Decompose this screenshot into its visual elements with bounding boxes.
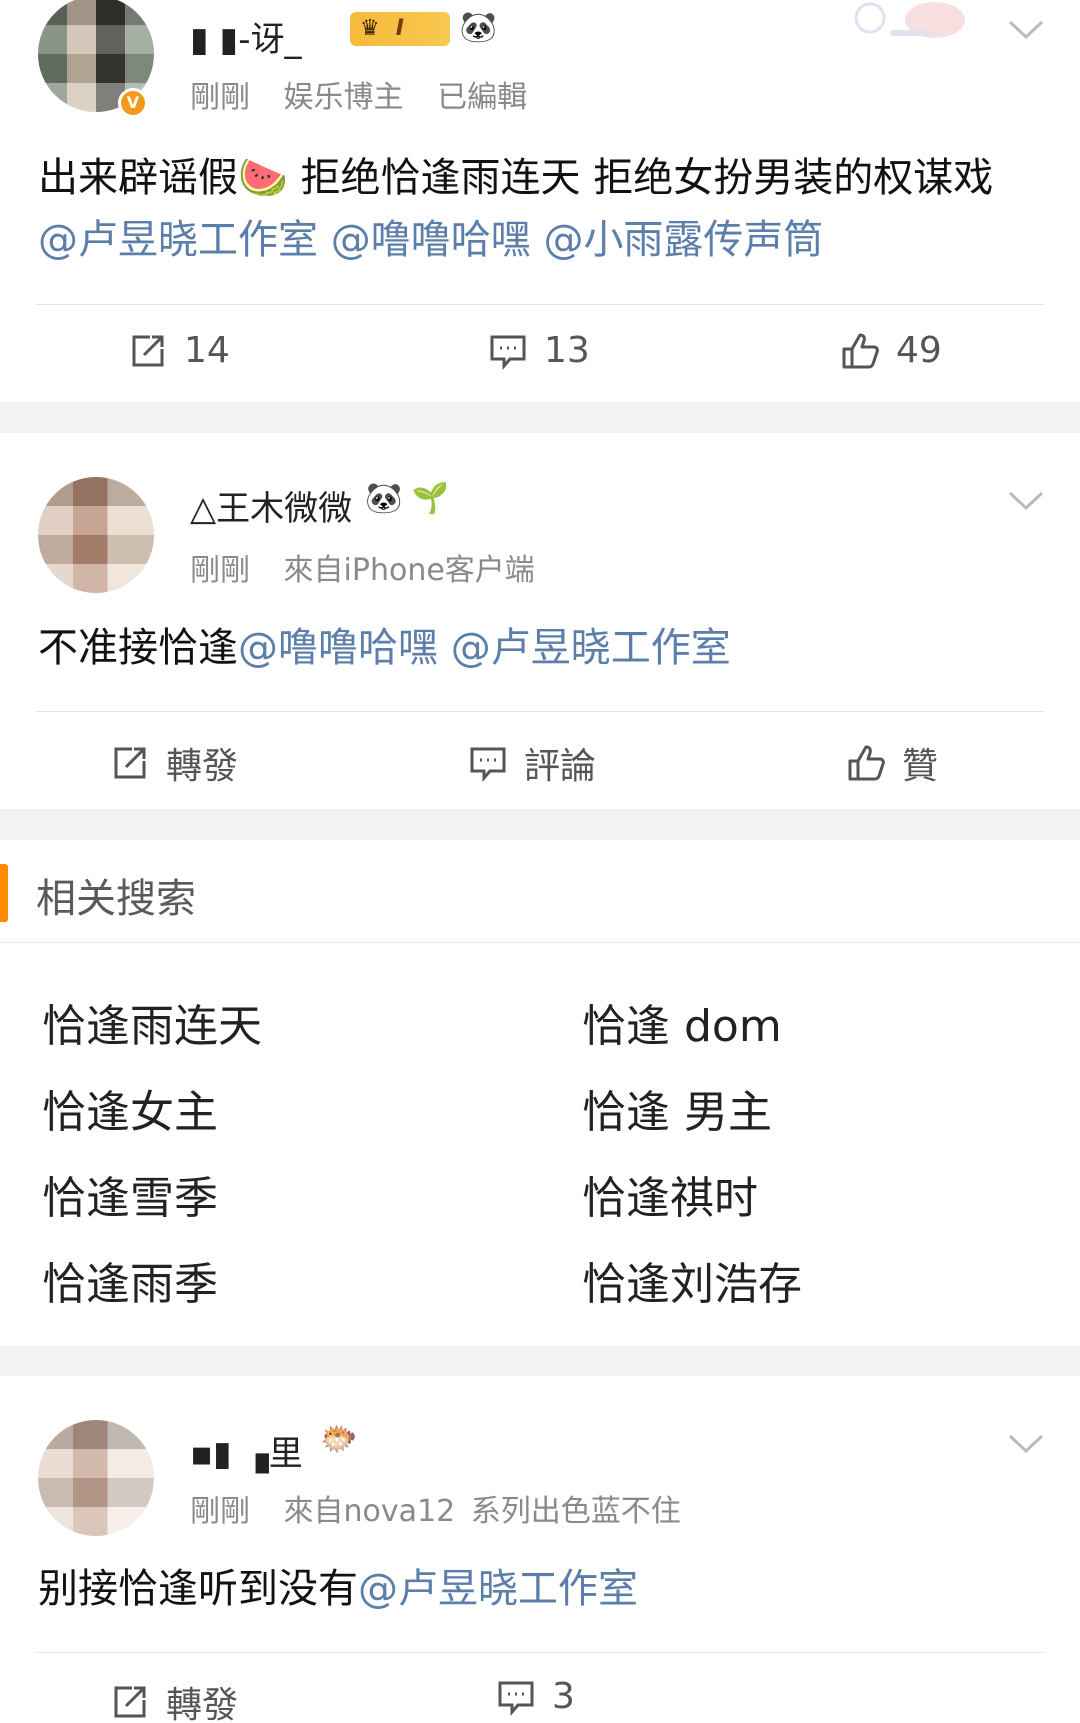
chevron-down-icon[interactable] xyxy=(1008,1434,1044,1454)
user-badges: 🐼 🌱 xyxy=(365,481,450,516)
repost-icon xyxy=(132,335,164,366)
related-search-header: 相关搜索 xyxy=(0,840,1080,940)
like-icon xyxy=(848,745,885,781)
related-search-item[interactable]: 恰逢 dom xyxy=(582,990,782,1054)
post-content: 不准接恰逢@噜噜哈嘿 @卢昱晓工作室 xyxy=(38,617,1040,679)
post-source: 來自iPhone客户端 xyxy=(283,553,535,588)
post-time: 剛剛 xyxy=(190,1494,250,1529)
comment-icon xyxy=(490,335,526,370)
chevron-down-icon[interactable] xyxy=(1008,20,1044,40)
comment-count: 3 xyxy=(552,1676,575,1717)
mention-link[interactable]: @卢昱晓工作室 xyxy=(358,1566,638,1612)
related-search-item[interactable]: 恰逢刘浩存 xyxy=(582,1248,802,1312)
related-search-item[interactable]: 恰逢女主 xyxy=(42,1076,218,1140)
verified-icon: V xyxy=(118,88,148,118)
divider xyxy=(36,1652,1044,1653)
post-meta: 剛剛 來自iPhone客户端 xyxy=(190,545,553,589)
like-button[interactable]: 贊 xyxy=(846,737,938,789)
edited-label: 已編輯 xyxy=(437,80,528,115)
username[interactable]: ▪▮ ▗里 xyxy=(190,1426,303,1475)
username[interactable]: ▮ ▮-讶_ xyxy=(190,12,302,61)
comment-label: 評論 xyxy=(524,746,597,787)
comment-icon xyxy=(498,1681,534,1716)
divider xyxy=(36,304,1044,305)
like-icon xyxy=(842,333,879,368)
mention-link[interactable]: @小雨露传声筒 xyxy=(543,217,823,263)
avatar[interactable] xyxy=(38,1420,154,1536)
related-search-item[interactable]: 恰逢雨季 xyxy=(42,1248,218,1312)
related-search-section: 相关搜索 恰逢雨连天 恰逢女主 恰逢雪季 恰逢雨季 恰逢 dom 恰逢 男主 恰… xyxy=(0,840,1080,1346)
related-search-item[interactable]: 恰逢 男主 xyxy=(582,1076,772,1140)
repost-label: 轉發 xyxy=(166,746,239,787)
mention-link[interactable]: @卢昱晓工作室 xyxy=(38,217,318,263)
repost-label: 轉發 xyxy=(166,1685,239,1723)
post-card-3: ▪▮ ▗里 🐡 剛剛 來自nova12 系列出色蓝不住 别接恰逢听到没有@卢昱晓… xyxy=(0,1376,1080,1723)
mention-link[interactable]: @噜噜哈嘿 xyxy=(238,625,438,671)
post-meta: 剛剛 娱乐博主 已編輯 xyxy=(190,72,545,116)
accent-bar xyxy=(0,864,8,922)
repost-button[interactable]: 14 xyxy=(128,330,230,371)
related-search-item[interactable]: 恰逢雨连天 xyxy=(42,990,262,1054)
user-badges: 🐡 xyxy=(320,1422,358,1457)
post-source: 來自nova12 系列出色蓝不住 xyxy=(283,1494,681,1529)
post-time: 剛剛 xyxy=(190,80,250,115)
like-count: 49 xyxy=(896,330,942,371)
post-content: 出来辟谣假🍉 拒绝恰逢雨连天 拒绝女扮男装的权谋戏 @卢昱晓工作室 @噜噜哈嘿 … xyxy=(38,147,1040,271)
related-search-item[interactable]: 恰逢祺时 xyxy=(582,1162,758,1226)
author-label: 娱乐博主 xyxy=(283,80,404,115)
post-time: 剛剛 xyxy=(190,553,250,588)
repost-count: 14 xyxy=(184,330,230,371)
user-badges: ♛ I 🐼 xyxy=(350,10,497,46)
repost-icon xyxy=(114,1686,146,1718)
like-label: 贊 xyxy=(902,746,939,787)
related-search-item[interactable]: 恰逢雪季 xyxy=(42,1162,218,1226)
post-text: 别接恰逢听到没有 xyxy=(38,1566,358,1612)
comment-count: 13 xyxy=(544,330,590,371)
divider xyxy=(36,711,1044,712)
post-text: 不准接恰逢 xyxy=(38,625,238,671)
comment-button[interactable]: 13 xyxy=(488,330,590,371)
post-content: 别接恰逢听到没有@卢昱晓工作室 xyxy=(38,1558,1040,1620)
post-meta: 剛剛 來自nova12 系列出色蓝不住 xyxy=(190,1486,699,1530)
repost-icon xyxy=(114,747,146,779)
chevron-down-icon[interactable] xyxy=(1008,491,1044,511)
repost-button[interactable]: 轉發 xyxy=(110,737,238,789)
repost-button[interactable]: 轉發 xyxy=(110,1676,238,1723)
divider xyxy=(0,942,1080,943)
comment-icon xyxy=(470,747,506,783)
like-button[interactable]: 49 xyxy=(840,330,942,371)
mention-link[interactable]: @卢昱晓工作室 xyxy=(451,625,731,671)
mention-link[interactable]: @噜噜哈嘿 xyxy=(331,217,531,263)
post-card-1: V ▮ ▮-讶_ ♛ I 🐼 剛剛 娱乐博主 已編輯 出来辟谣假🍉 拒绝恰逢雨连天… xyxy=(0,0,1080,402)
comment-button[interactable]: 3 xyxy=(496,1676,575,1717)
comment-button[interactable]: 評論 xyxy=(468,737,596,789)
post-text: 出来辟谣假🍉 拒绝恰逢雨连天 拒绝女扮男装的权谋戏 xyxy=(38,155,994,201)
related-search-title: 相关搜索 xyxy=(36,876,196,922)
avatar[interactable] xyxy=(38,477,154,593)
post-card-2: △王木微微 🐼 🌱 剛剛 來自iPhone客户端 不准接恰逢@噜噜哈嘿 @卢昱晓… xyxy=(0,433,1080,809)
sticker-decoration-icon xyxy=(854,2,965,38)
username[interactable]: △王木微微 xyxy=(190,481,352,530)
panda-badge-icon: 🐼 xyxy=(459,10,497,45)
member-level-badge[interactable]: ♛ I xyxy=(350,11,450,46)
